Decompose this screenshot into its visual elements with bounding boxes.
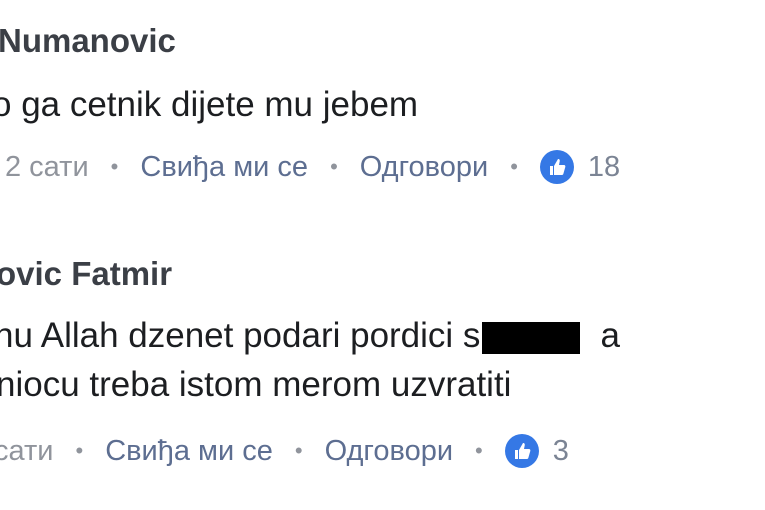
comment-text: o ga cetnik dijete mu jebem <box>0 85 419 124</box>
comment-timestamp[interactable]: сати <box>0 435 53 468</box>
reaction-count[interactable]: 3 <box>553 435 569 468</box>
comment-meta: сати • Свиђа ми се • Одговори • 3 <box>0 434 569 468</box>
comment-text-line-1: nu Allah dzenet podari pordici s a <box>0 316 620 356</box>
like-button[interactable]: Свиђа ми се <box>105 435 273 468</box>
reaction-count[interactable]: 18 <box>588 151 620 184</box>
comment-timestamp[interactable]: 2 сати <box>5 151 89 184</box>
separator-dot: • <box>510 154 518 179</box>
comment-text: nu Allah dzenet podari pordici s <box>0 316 481 355</box>
comment-author[interactable]: Numanovic <box>0 22 176 60</box>
separator-dot: • <box>294 438 303 463</box>
thumbs-up-icon[interactable] <box>539 150 574 184</box>
separator-dot: • <box>75 438 84 463</box>
separator-dot: • <box>110 154 119 179</box>
comment-meta: 2 сати • Свиђа ми се • Одговори • 18 <box>5 150 620 184</box>
comment-author[interactable]: ovic Fatmir <box>0 255 172 293</box>
reply-button[interactable]: Одговори <box>325 435 453 468</box>
thumbs-up-icon[interactable] <box>504 434 539 468</box>
redaction-bar <box>482 321 581 354</box>
reply-button[interactable]: Одговори <box>360 151 488 184</box>
comment-text-tail: a <box>600 316 620 355</box>
comment-text-line-2: niocu treba istom merom uzvratiti <box>0 365 512 404</box>
separator-dot: • <box>330 154 338 179</box>
like-button[interactable]: Свиђа ми се <box>140 151 308 184</box>
separator-dot: • <box>475 438 483 463</box>
